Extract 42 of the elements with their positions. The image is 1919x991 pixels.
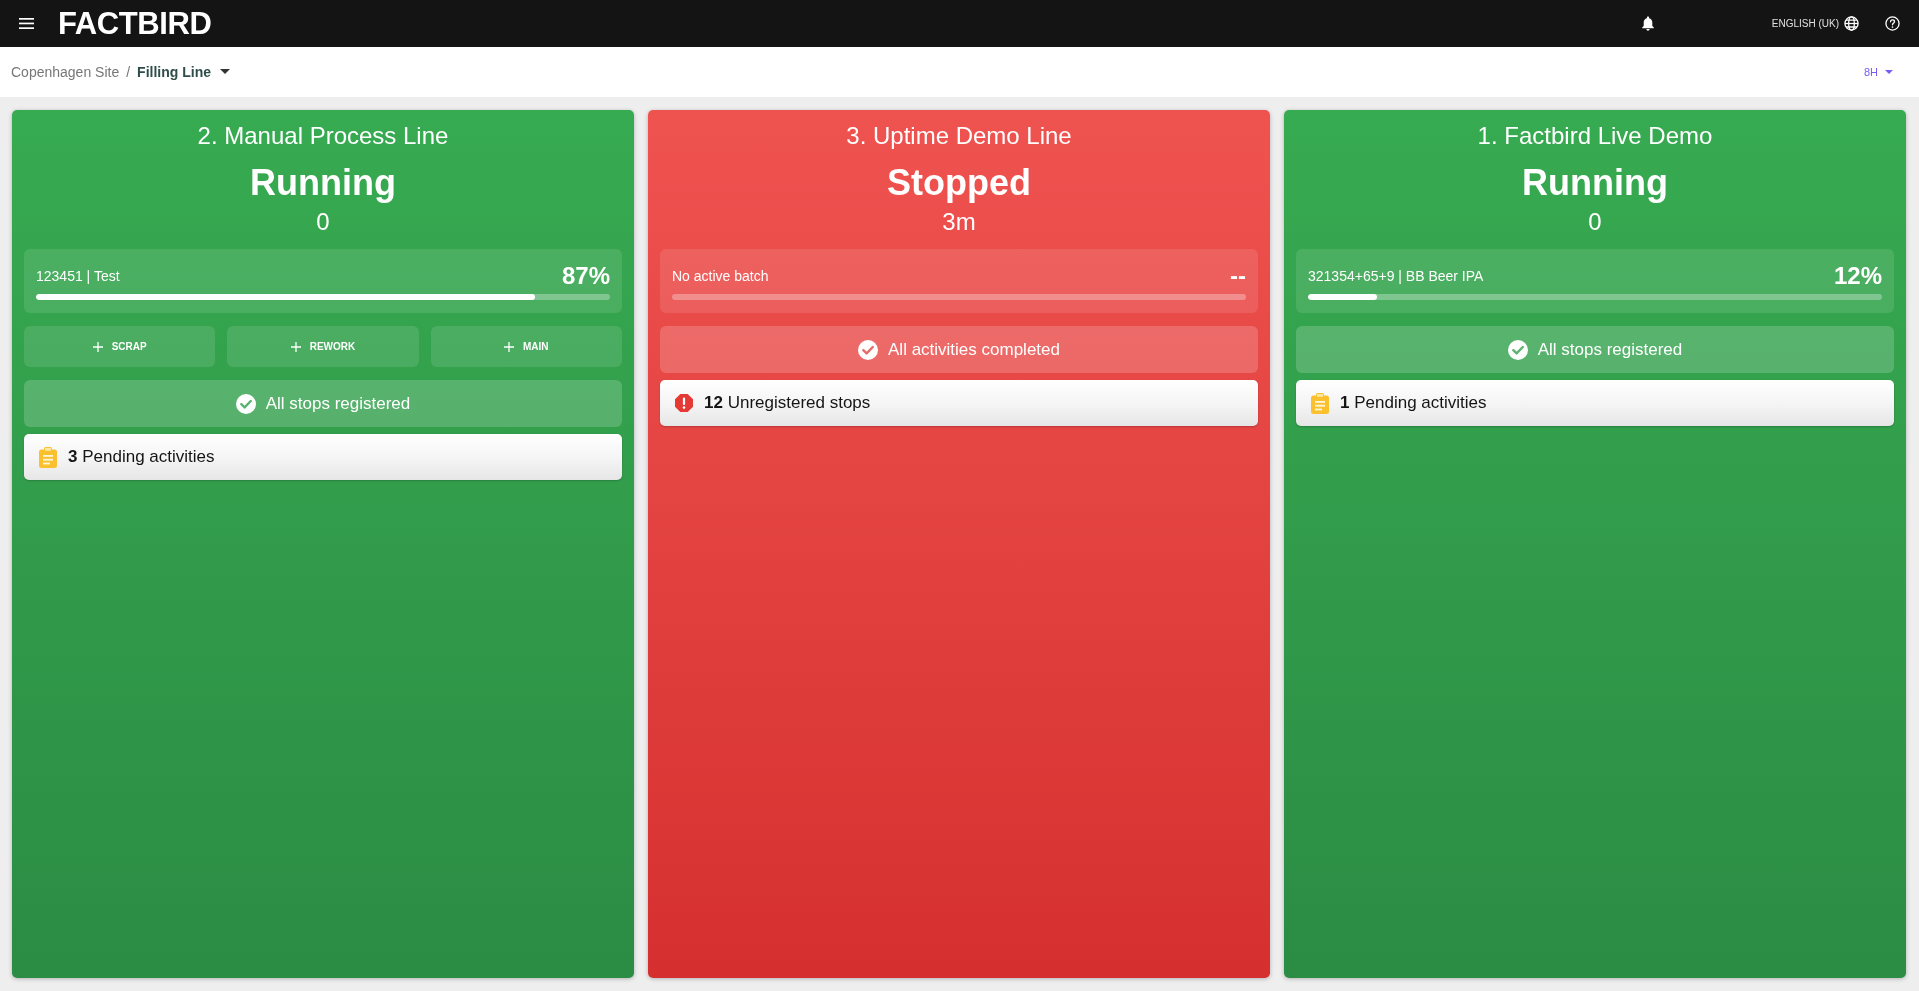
status-duration: 3m [942, 207, 976, 237]
alert-button[interactable]: 12 Unregistered stops [660, 380, 1258, 426]
alert-button[interactable]: 3 Pending activities [24, 434, 622, 480]
batch-label: No active batch [672, 267, 769, 285]
summary-text: All activities completed [888, 338, 1060, 361]
status-label: Stopped [887, 162, 1031, 204]
plus-icon [290, 341, 301, 352]
batch-label: 123451 | Test [36, 267, 120, 285]
alert-button[interactable]: 1 Pending activities [1296, 380, 1894, 426]
globe-icon [1844, 16, 1859, 31]
menu-icon[interactable] [19, 18, 34, 29]
status-label: Running [1522, 162, 1668, 204]
caret-icon [220, 68, 230, 74]
batch-percent: -- [1230, 262, 1246, 290]
time-range-dropdown[interactable]: 8H [1863, 66, 1893, 78]
summary-text: All stops registered [265, 392, 411, 415]
breadcrumb-link[interactable]: Copenhagen Site [11, 64, 120, 80]
check-circle-icon [1507, 339, 1528, 360]
clipboard-icon [39, 446, 57, 468]
batch-percent: 12% [1833, 262, 1882, 290]
breadcrumb-separator: / [126, 64, 131, 80]
line-title: 2. Manual Process Line [197, 121, 449, 151]
plus-icon [92, 341, 103, 352]
plus-icon [504, 341, 515, 352]
language-button[interactable]: ENGLISH (UK) [1771, 16, 1859, 31]
status-duration: 0 [1588, 207, 1602, 237]
breadcrumb-dropdown[interactable]: Filling Line [137, 64, 230, 80]
summary-text: All stops registered [1537, 338, 1683, 361]
status-label: Running [250, 162, 396, 204]
help-icon[interactable] [1885, 16, 1900, 31]
clipboard-icon [1311, 392, 1329, 414]
check-circle-icon [858, 339, 878, 360]
check-circle-icon [235, 393, 256, 414]
batch-label: 321354+65+9 | BB Beer IPA [1308, 267, 1484, 285]
bell-icon[interactable] [1641, 16, 1654, 31]
exclamation-icon [675, 394, 693, 412]
status-duration: 0 [316, 207, 330, 237]
batch-percent: 87% [561, 262, 610, 290]
logo: FACTBIRD [58, 6, 212, 41]
caret-icon [1885, 70, 1893, 74]
line-title: 3. Uptime Demo Line [846, 121, 1072, 151]
line-title: 1. Factbird Live Demo [1477, 121, 1713, 151]
